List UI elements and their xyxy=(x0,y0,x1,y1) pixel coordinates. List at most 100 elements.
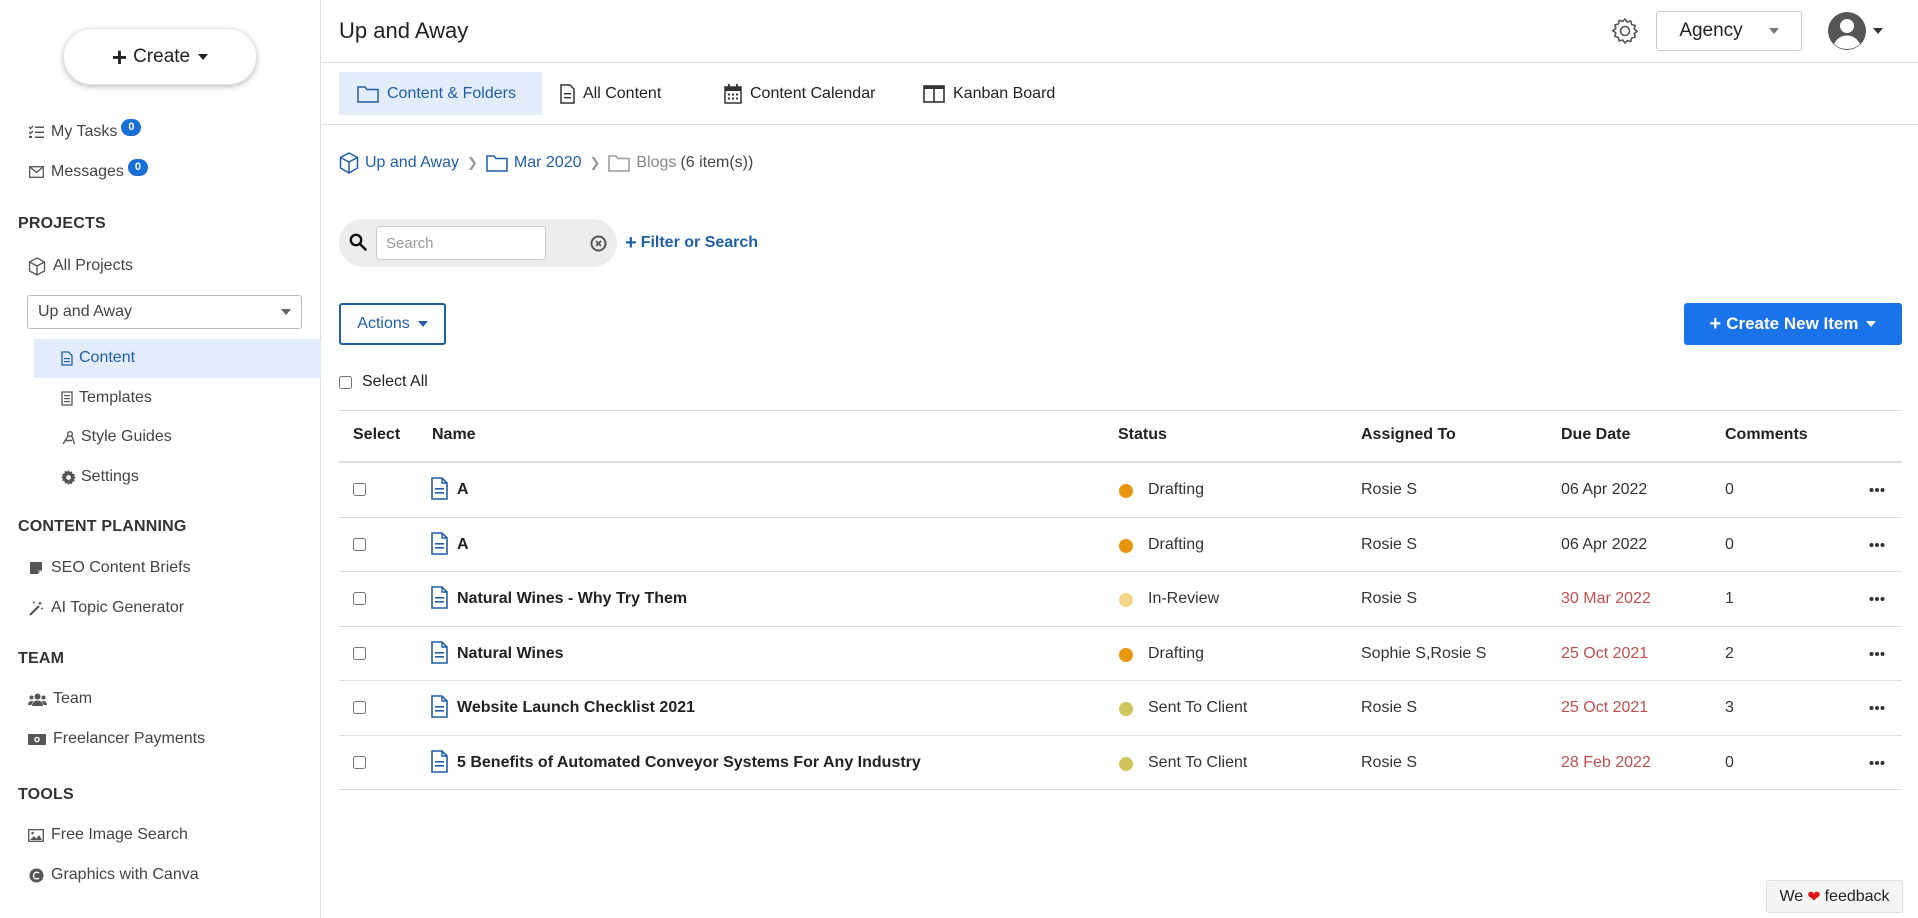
create-button[interactable]: + Create xyxy=(63,28,257,85)
row-assigned-to: Rosie S xyxy=(1361,590,1418,607)
projects-heading: PROJECTS xyxy=(18,215,106,232)
more-options-icon[interactable] xyxy=(1869,587,1885,616)
row-assigned-to: Rosie S xyxy=(1361,699,1418,716)
sidebar-item-all-projects[interactable]: All Projects xyxy=(27,256,133,276)
more-options-icon[interactable] xyxy=(1869,751,1885,780)
column-header-comments[interactable]: Comments xyxy=(1725,426,1808,444)
folder-icon xyxy=(608,154,631,172)
column-header-name[interactable]: Name xyxy=(432,426,476,444)
templates-label: Templates xyxy=(79,389,152,406)
columns-icon xyxy=(923,84,945,103)
sidebar-item-messages[interactable]: Messages 0 xyxy=(27,158,148,181)
feedback-button[interactable]: We ❤ feedback xyxy=(1766,880,1903,913)
caret-down-icon xyxy=(198,53,209,60)
more-options-icon[interactable] xyxy=(1869,478,1885,507)
row-comments-count: 1 xyxy=(1725,590,1734,607)
table-header: Select Name Status Assigned To Due Date … xyxy=(339,410,1902,463)
select-all-checkbox[interactable] xyxy=(339,375,352,389)
user-avatar-menu[interactable] xyxy=(1827,11,1887,51)
folder-icon xyxy=(357,85,379,103)
all-projects-label: All Projects xyxy=(53,257,134,274)
file-icon xyxy=(560,83,575,104)
tab-label: All Content xyxy=(583,84,662,102)
row-status: Sent To Client xyxy=(1148,753,1248,771)
sidebar-item-style-guides[interactable]: Style Guides xyxy=(60,428,172,446)
messages-count-badge: 0 xyxy=(127,158,148,176)
sidebar-item-settings[interactable]: Settings xyxy=(60,468,139,486)
tools-heading: TOOLS xyxy=(18,786,74,803)
caret-down-icon xyxy=(1866,321,1877,327)
caret-down-icon xyxy=(1768,28,1779,34)
more-options-icon[interactable] xyxy=(1869,696,1885,725)
row-assigned-to: Rosie S xyxy=(1361,535,1418,553)
avatar xyxy=(1828,12,1866,50)
actions-button[interactable]: Actions xyxy=(339,303,446,345)
more-options-icon[interactable] xyxy=(1869,533,1885,562)
breadcrumb-folder-link[interactable]: Mar 2020 xyxy=(514,154,582,172)
row-status: Drafting xyxy=(1148,481,1205,498)
row-name-link[interactable]: Natural Wines - Why Try Them xyxy=(457,590,687,608)
row-select-checkbox[interactable] xyxy=(353,646,366,660)
row-select-checkbox[interactable] xyxy=(353,755,366,769)
row-select-checkbox[interactable] xyxy=(353,592,366,605)
row-name-link[interactable]: 5 Benefits of Automated Conveyor Systems… xyxy=(457,754,921,772)
filter-or-search-link[interactable]: + Filter or Search xyxy=(625,233,758,253)
sidebar-item-my-tasks[interactable]: My Tasks 0 xyxy=(27,118,142,141)
row-name-link[interactable]: Website Launch Checklist 2021 xyxy=(457,699,695,717)
column-header-assigned-to[interactable]: Assigned To xyxy=(1361,426,1456,444)
agency-selector[interactable]: Agency xyxy=(1656,11,1802,51)
create-new-item-button[interactable]: + Create New Item xyxy=(1684,303,1902,345)
table-row[interactable]: A Drafting Rosie S 06 Apr 2022 0 xyxy=(339,518,1902,572)
sidebar-item-ai-topic-generator[interactable]: AI Topic Generator xyxy=(27,599,184,617)
caret-down-icon xyxy=(417,321,428,327)
tab-kanban-board[interactable]: Kanban Board xyxy=(905,72,1073,115)
row-status: In-Review xyxy=(1148,590,1220,607)
template-icon xyxy=(60,390,74,406)
sidebar-item-templates[interactable]: Templates xyxy=(60,389,152,407)
row-select-checkbox[interactable] xyxy=(353,483,366,496)
row-select-checkbox[interactable] xyxy=(353,701,366,714)
breadcrumb-project-link[interactable]: Up and Away xyxy=(365,154,459,172)
row-name-link[interactable]: Natural Wines xyxy=(457,645,564,663)
column-header-status[interactable]: Status xyxy=(1118,426,1167,444)
select-all-label: Select All xyxy=(362,373,428,390)
search-input[interactable] xyxy=(376,226,546,260)
chevron-right-icon: ❯ xyxy=(589,155,601,170)
row-assigned-to: Rosie S xyxy=(1361,753,1418,771)
magic-wand-icon xyxy=(27,599,45,617)
sidebar-item-content[interactable]: Content xyxy=(60,349,135,367)
sidebar-item-freelancer-payments[interactable]: Freelancer Payments xyxy=(27,730,205,748)
free-image-search-label: Free Image Search xyxy=(51,826,188,843)
cube-icon xyxy=(27,256,47,276)
sidebar-item-graphics-with-canva[interactable]: Graphics with Canva xyxy=(27,866,199,884)
content-label: Content xyxy=(79,349,136,366)
sidebar-item-team[interactable]: Team xyxy=(27,690,92,708)
table-row[interactable]: A Drafting Rosie S 06 Apr 2022 0 xyxy=(339,463,1902,518)
plus-icon: + xyxy=(111,41,128,72)
project-select[interactable]: Up and Away xyxy=(27,295,302,329)
image-icon xyxy=(27,826,45,844)
tab-content-folders[interactable]: Content & Folders xyxy=(339,72,542,115)
document-icon xyxy=(431,477,448,505)
table-row[interactable]: Website Launch Checklist 2021 Sent To Cli… xyxy=(339,681,1902,736)
sidebar-item-free-image-search[interactable]: Free Image Search xyxy=(27,826,188,844)
more-options-icon[interactable] xyxy=(1869,642,1885,671)
row-name-link[interactable]: A xyxy=(457,536,469,554)
clear-search-icon[interactable] xyxy=(590,235,607,257)
tab-all-content[interactable]: All Content xyxy=(542,72,679,115)
tab-content-calendar[interactable]: Content Calendar xyxy=(706,72,893,115)
row-comments-count: 0 xyxy=(1725,535,1734,553)
row-select-checkbox[interactable] xyxy=(353,537,366,551)
row-name-link[interactable]: A xyxy=(457,481,469,499)
table-row[interactable]: Natural Wines - Why Try Them In-Review Ros… xyxy=(339,572,1902,627)
agency-selector-value: Agency xyxy=(1679,20,1743,41)
settings-label: Settings xyxy=(81,468,139,485)
select-all[interactable]: Select All xyxy=(339,373,428,391)
row-assigned-to: Sophie S,Rosie S xyxy=(1361,644,1487,662)
status-dot xyxy=(1119,484,1133,498)
table-row[interactable]: Natural Wines Drafting Sophie S,Rosie S 25 … xyxy=(339,627,1902,681)
settings-gear-icon[interactable] xyxy=(1609,15,1641,47)
column-header-due-date[interactable]: Due Date xyxy=(1561,426,1630,444)
table-row[interactable]: 5 Benefits of Automated Conveyor Systems… xyxy=(339,736,1902,790)
sidebar-item-seo-content-briefs[interactable]: SEO Content Briefs xyxy=(27,559,191,577)
